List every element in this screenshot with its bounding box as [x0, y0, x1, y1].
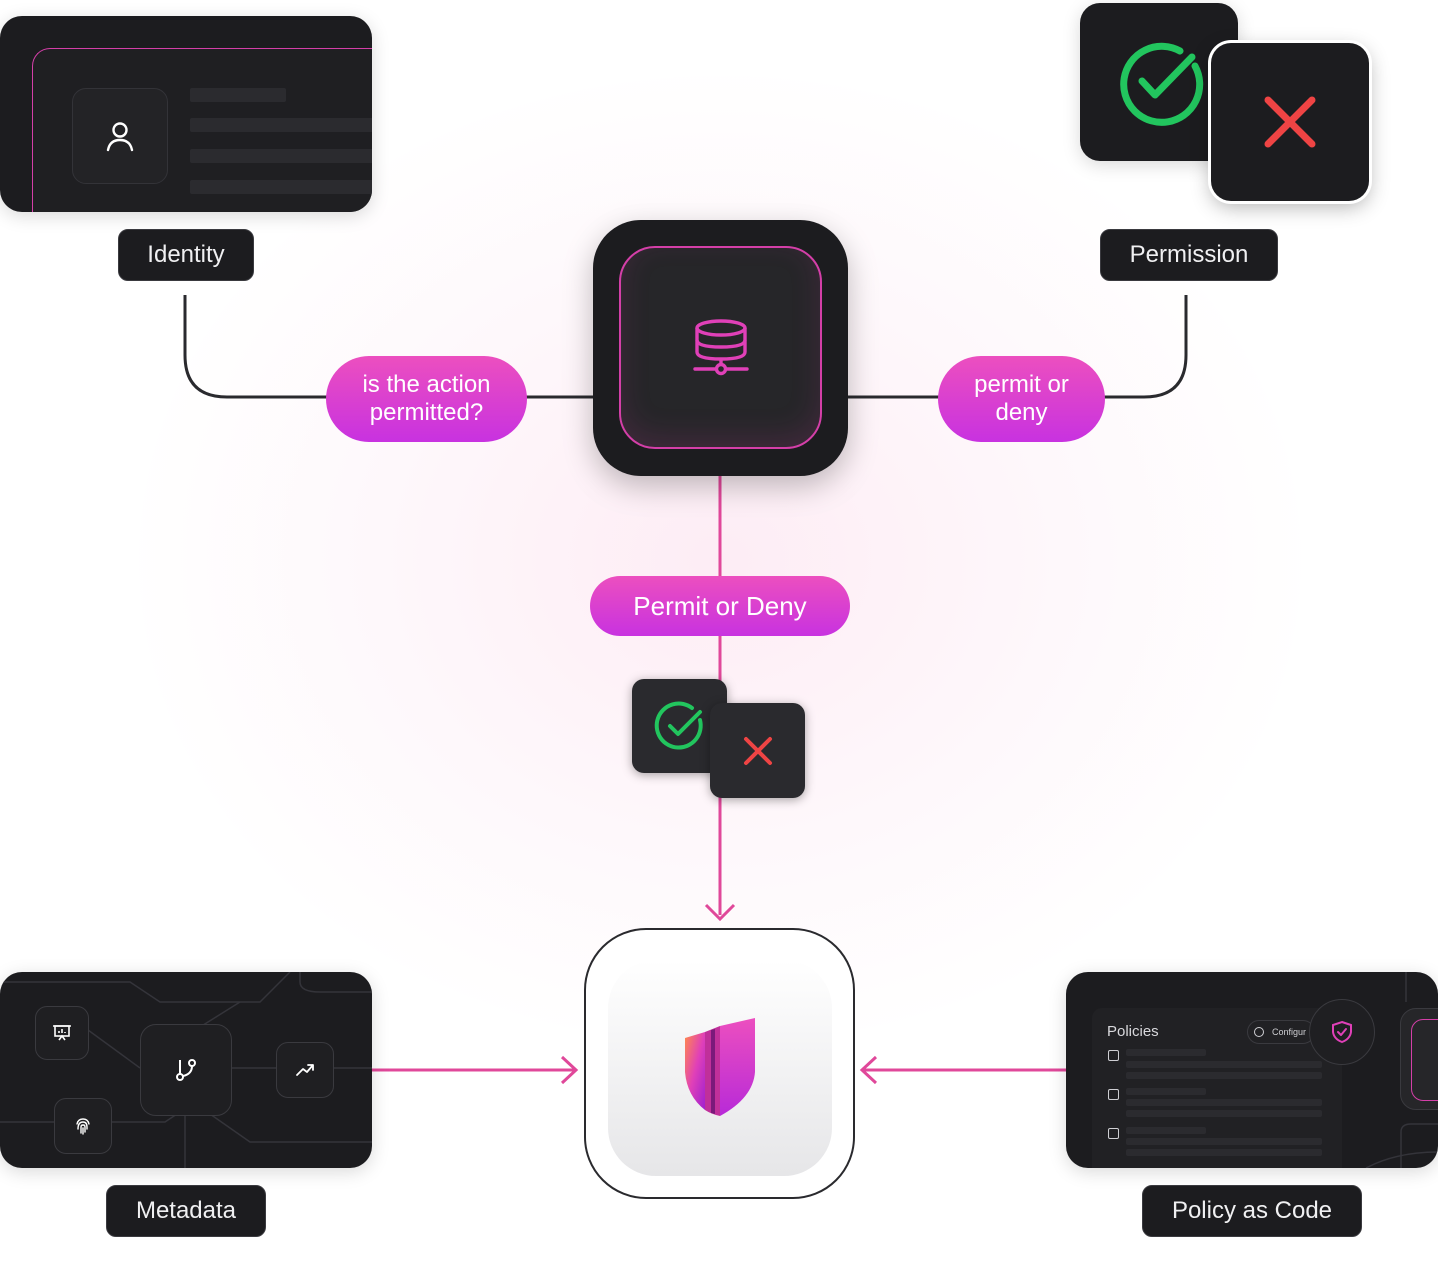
trending-up-icon: [296, 1064, 314, 1076]
gear-icon: [1254, 1027, 1264, 1037]
identity-line-2: [190, 118, 372, 132]
x-mark-icon-small: [743, 736, 772, 765]
side-frame: [1400, 1008, 1438, 1110]
fingerprint-node: [54, 1098, 112, 1154]
deny-tile-small: [710, 703, 805, 798]
checkbox-icon: [1108, 1089, 1119, 1100]
metadata-card: [0, 972, 372, 1168]
trend-node: [276, 1042, 334, 1098]
policies-title: Policies: [1107, 1023, 1159, 1040]
policies-panel: Policies Configur: [1092, 1008, 1342, 1168]
presentation-node: [35, 1006, 89, 1060]
database-icon: [692, 318, 749, 375]
identity-line-1: [190, 88, 286, 102]
x-mark-icon: [1264, 96, 1316, 148]
check-circle-icon-small: [654, 701, 703, 750]
shield-tile: [608, 960, 832, 1176]
metadata-label: Metadata: [106, 1185, 266, 1237]
permit-deny-line-1: permit or: [974, 371, 1069, 398]
question-pill: is the action permitted?: [326, 356, 527, 442]
shield-badge: [1309, 999, 1375, 1065]
side-frame-inner: [1411, 1019, 1438, 1101]
permit-deny-pill-right: permit or deny: [938, 356, 1105, 442]
shield-check-icon: [1332, 1020, 1352, 1044]
decision-engine-inner: [619, 246, 822, 449]
checkbox-icon: [1108, 1128, 1119, 1139]
deny-card-large: [1211, 43, 1369, 201]
configure-label: Configur: [1272, 1027, 1307, 1037]
shield-node: [584, 928, 855, 1199]
policy-card: Policies Configur: [1066, 972, 1438, 1168]
question-line-1: is the action: [362, 371, 491, 398]
permit-deny-line-2: deny: [995, 399, 1048, 426]
decision-engine-node: [593, 220, 848, 476]
checkbox-icon: [1108, 1050, 1119, 1061]
policy-as-code-label: Policy as Code: [1142, 1185, 1362, 1237]
user-avatar-tile: [72, 88, 168, 184]
identity-line-4: [190, 180, 372, 194]
permission-label: Permission: [1100, 229, 1278, 281]
question-line-2: permitted?: [369, 399, 484, 426]
presentation-icon: [53, 1025, 71, 1041]
configure-button[interactable]: Configur: [1247, 1020, 1316, 1044]
identity-line-3: [190, 149, 372, 163]
user-icon: [106, 122, 134, 152]
permit-deny-pill-center: Permit or Deny: [590, 576, 850, 636]
fingerprint-icon: [76, 1118, 90, 1135]
branch-node: [140, 1024, 232, 1116]
identity-label: Identity: [118, 229, 254, 281]
git-branch-icon: [176, 1059, 196, 1081]
shield-logo-icon: [685, 1018, 755, 1116]
identity-card: [0, 16, 372, 212]
